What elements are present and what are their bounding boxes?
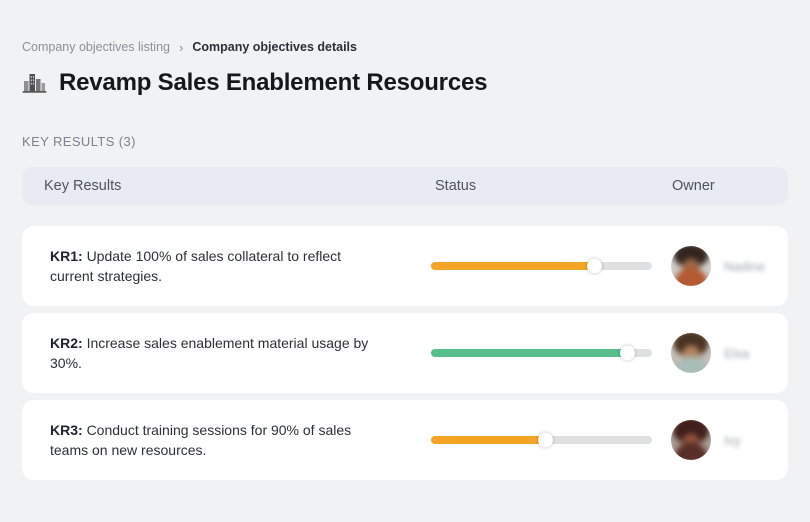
city-buildings-icon <box>22 71 48 95</box>
kr3-description: Conduct training sessions for 90% of sal… <box>50 421 352 458</box>
key-results-count-label: KEY RESULTS (3) <box>22 134 136 149</box>
kr1-status-cell <box>409 258 652 274</box>
owner-name: Ivy <box>724 432 741 448</box>
breadcrumb: Company objectives listing › Company obj… <box>22 0 788 54</box>
kr1-text: KR1: Update 100% of sales collateral to … <box>22 246 409 287</box>
avatar <box>671 246 711 286</box>
kr2-id: KR2: <box>50 334 83 351</box>
kr3-owner-cell: Ivy <box>651 420 788 460</box>
kr3-progress-track <box>431 432 652 448</box>
kr2-owner-cell: Elsa <box>651 333 788 373</box>
table-row-kr3[interactable]: KR3: Conduct training sessions for 90% o… <box>22 400 788 480</box>
objective-details-page: Company objectives listing › Company obj… <box>0 0 810 522</box>
title-row: Revamp Sales Enablement Resources <box>22 69 788 97</box>
kr3-progress-slider-handle[interactable] <box>537 432 553 448</box>
kr2-text: KR2: Increase sales enablement material … <box>22 333 409 374</box>
owner-name: Nadine <box>724 258 766 274</box>
page-title: Revamp Sales Enablement Resources <box>59 69 488 96</box>
avatar <box>671 420 711 460</box>
kr1-progress-slider-handle[interactable] <box>586 258 602 274</box>
kr3-text: KR3: Conduct training sessions for 90% o… <box>22 420 409 461</box>
owner-name: Elsa <box>724 345 750 361</box>
column-header-status: Status <box>435 178 477 194</box>
column-header-key-results: Key Results <box>44 178 122 194</box>
kr2-progress-slider-handle[interactable] <box>619 345 635 361</box>
breadcrumb-item-details[interactable]: Company objectives details <box>192 40 357 54</box>
avatar <box>671 333 711 373</box>
kr1-owner-cell: Nadine <box>651 246 788 286</box>
chevron-right-icon: › <box>179 39 184 55</box>
kr2-progress-fill <box>431 345 635 361</box>
table-row-kr2[interactable]: KR2: Increase sales enablement material … <box>22 313 788 393</box>
kr3-id: KR3: <box>50 421 83 438</box>
kr1-description: Update 100% of sales collateral to refle… <box>50 247 342 284</box>
kr3-status-cell <box>409 432 652 448</box>
kr1-progress-track <box>431 258 652 274</box>
table-header-row: Key Results Status Owner <box>22 167 788 205</box>
table-row-kr1[interactable]: KR1: Update 100% of sales collateral to … <box>22 226 788 306</box>
kr2-progress-track <box>431 345 652 361</box>
column-header-owner: Owner <box>672 178 715 194</box>
kr1-progress-fill <box>431 258 602 274</box>
breadcrumb-item-listing[interactable]: Company objectives listing <box>22 40 170 54</box>
kr1-id: KR1: <box>50 247 83 264</box>
kr2-description: Increase sales enablement material usage… <box>50 334 369 371</box>
kr3-progress-fill <box>431 432 553 448</box>
key-results-list: KR1: Update 100% of sales collateral to … <box>22 226 788 480</box>
kr2-status-cell <box>409 345 652 361</box>
